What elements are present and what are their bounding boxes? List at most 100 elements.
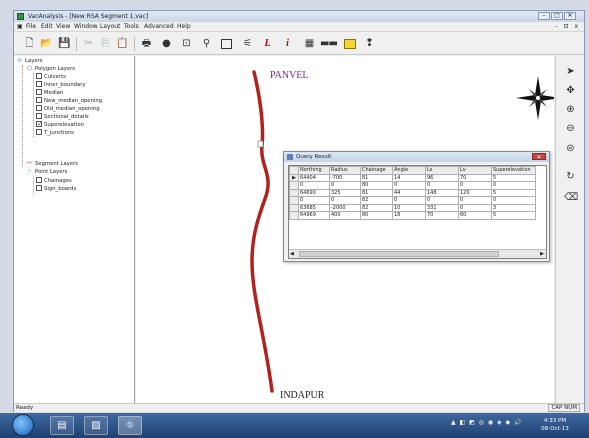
scale-bar-icon[interactable]: ▬▬: [320, 37, 338, 50]
table-cell[interactable]: 120: [458, 188, 492, 197]
open-folder-icon[interactable]: 📂: [40, 37, 53, 50]
select-arrow-icon[interactable]: ➤: [564, 65, 577, 78]
table-row[interactable]: 63685 -2000 82 10 331 0 3: [289, 203, 536, 212]
table-cell[interactable]: 325: [329, 188, 361, 197]
table-row[interactable]: 64690 325 81 44 148 120 5: [289, 188, 536, 197]
horizontal-scrollbar[interactable]: ◀ ▶: [289, 249, 546, 258]
layer-panel-icon[interactable]: [344, 39, 356, 49]
table-row[interactable]: ▶ 64404 -700 81 14 96 70 5: [289, 173, 536, 182]
grid-icon[interactable]: ▦: [303, 37, 316, 50]
table-cell[interactable]: 0: [491, 181, 536, 190]
table-cell[interactable]: 63685: [298, 203, 330, 212]
menu-advanced[interactable]: Advanced: [144, 23, 174, 30]
zoom-in-icon[interactable]: ⊕: [564, 103, 577, 116]
menu-file[interactable]: File: [26, 23, 36, 30]
tree-group-polygon[interactable]: ⬡ Polygon Layers: [26, 65, 75, 73]
layer-checkbox-checked[interactable]: ✓: [36, 120, 42, 127]
table-cell[interactable]: 0: [392, 196, 426, 205]
layer-item[interactable]: Sectional_details: [36, 112, 89, 121]
rectangle-select-icon[interactable]: [221, 39, 232, 49]
info-tool-icon[interactable]: i: [281, 37, 294, 50]
measure-distance-icon[interactable]: ⚟: [241, 37, 254, 50]
refresh-icon[interactable]: ↻: [564, 170, 577, 183]
column-header[interactable]: Radius: [329, 166, 361, 175]
zoom-window-icon[interactable]: ⊡: [180, 37, 193, 50]
query-result-grid[interactable]: Northing Radius Chainage Angle Ls Lv Sup…: [288, 165, 547, 259]
scrollbar-thumb[interactable]: [299, 251, 499, 257]
table-cell[interactable]: 64404: [298, 173, 330, 182]
table-cell[interactable]: -700: [329, 173, 361, 182]
taskbar-monitor-icon[interactable]: ▨: [84, 416, 108, 435]
table-cell[interactable]: 81: [360, 188, 393, 197]
tree-root[interactable]: ⛗ Layers: [16, 57, 42, 65]
start-button[interactable]: [12, 414, 34, 436]
table-cell[interactable]: -2000: [329, 203, 361, 212]
menu-edit[interactable]: Edit: [41, 23, 53, 30]
table-cell[interactable]: 44: [392, 188, 426, 197]
table-cell[interactable]: 0: [458, 181, 492, 190]
table-cell[interactable]: 80: [360, 181, 393, 190]
table-cell[interactable]: 82: [360, 203, 393, 212]
table-cell[interactable]: 14: [392, 173, 426, 182]
zoom-out-icon[interactable]: ⊖: [564, 122, 577, 135]
table-row[interactable]: 64969 400 80 18 70 60 5: [289, 211, 536, 220]
new-file-icon[interactable]: 🗋: [23, 37, 36, 50]
table-cell[interactable]: 0: [329, 196, 361, 205]
layer-checkbox[interactable]: [36, 128, 42, 135]
table-cell[interactable]: 81: [360, 173, 393, 182]
layer-checkbox[interactable]: [36, 176, 42, 183]
layer-checkbox[interactable]: [36, 96, 42, 103]
table-cell[interactable]: 3: [491, 203, 536, 212]
label-tool-icon[interactable]: L: [261, 37, 274, 50]
pan-icon[interactable]: ●: [160, 37, 173, 50]
layer-item[interactable]: Sign_boards: [36, 184, 76, 193]
table-cell[interactable]: 0: [392, 181, 426, 190]
paste-icon[interactable]: 📋: [116, 37, 129, 50]
scroll-left-icon[interactable]: ◀: [290, 251, 294, 257]
taskbar-clock[interactable]: 4:33 PM 08-Oct-13: [535, 417, 575, 433]
layer-checkbox[interactable]: [36, 184, 42, 191]
cut-icon[interactable]: ✂: [82, 37, 95, 50]
table-cell[interactable]: 0: [298, 181, 330, 190]
table-cell[interactable]: 5: [491, 188, 536, 197]
column-header[interactable]: Angle: [392, 166, 426, 175]
zoom-extent-icon[interactable]: ⊜: [564, 142, 577, 155]
layer-checkbox[interactable]: [36, 72, 42, 79]
table-cell[interactable]: 18: [392, 211, 426, 220]
column-header[interactable]: Northing: [298, 166, 330, 175]
save-icon[interactable]: 💾: [58, 37, 71, 50]
column-header[interactable]: Superelevation: [491, 166, 536, 175]
table-cell[interactable]: 331: [425, 203, 459, 212]
dialog-close-button[interactable]: ✕: [532, 153, 546, 161]
menu-help[interactable]: Help: [177, 23, 191, 30]
layer-item[interactable]: T_junctions: [36, 128, 74, 137]
table-cell[interactable]: 0: [425, 181, 459, 190]
table-cell[interactable]: 70: [425, 211, 459, 220]
layer-item[interactable]: New_median_opening: [36, 96, 102, 105]
print-icon[interactable]: 🖶: [140, 37, 153, 50]
layer-item[interactable]: Inner_boundary: [36, 80, 86, 89]
scroll-right-icon[interactable]: ▶: [540, 251, 544, 257]
table-cell[interactable]: 96: [425, 173, 459, 182]
table-cell[interactable]: 82: [360, 196, 393, 205]
menu-window[interactable]: Window: [74, 23, 98, 30]
copy-icon[interactable]: ⎘: [99, 37, 112, 50]
table-cell[interactable]: 5: [491, 173, 536, 182]
table-row[interactable]: 0 0 80 0 0 0 0: [289, 181, 536, 190]
close-button[interactable]: ✕: [564, 12, 576, 20]
minimize-button[interactable]: –: [538, 12, 550, 20]
eraser-icon[interactable]: ⌫: [564, 191, 578, 204]
layer-checkbox[interactable]: [36, 80, 42, 87]
layer-item[interactable]: Old_median_opening: [36, 104, 100, 113]
menu-view[interactable]: View: [56, 23, 70, 30]
table-cell[interactable]: 0: [329, 181, 361, 190]
maximize-button[interactable]: □: [551, 12, 563, 20]
table-cell[interactable]: 0: [458, 196, 492, 205]
menu-app-icon[interactable]: ▣: [17, 23, 23, 30]
help-pointer-icon[interactable]: ❢: [363, 37, 376, 50]
table-row[interactable]: 0 0 82 0 0 0 0: [289, 196, 536, 205]
taskbar-explorer-icon[interactable]: ▤: [50, 416, 74, 435]
table-cell[interactable]: 60: [458, 211, 492, 220]
menu-layout[interactable]: Layout: [100, 23, 120, 30]
table-cell[interactable]: 0: [458, 203, 492, 212]
